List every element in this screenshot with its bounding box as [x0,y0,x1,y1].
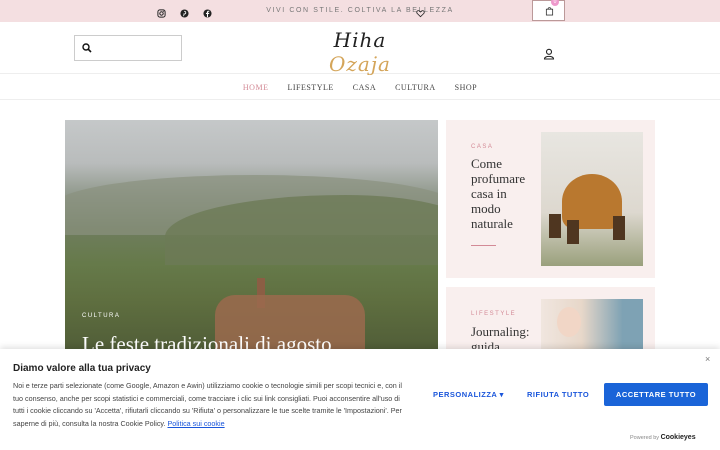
cart-button[interactable] [532,0,565,21]
site-header: Hiha Ozaja Vivi con stile. Coltiva la be… [0,22,720,82]
article-title[interactable]: Come profumare casa in modo naturale [471,156,533,231]
cookie-title: Diamo valore alla tua privacy [13,363,151,374]
oil-bottle [567,220,579,244]
search-icon[interactable] [82,43,92,53]
nav-item-home[interactable]: HOME [243,83,269,92]
main-nav: HOME LIFESTYLE CASA CULTURA SHOP [0,75,720,100]
customize-label: PERSONALIZZA [433,390,498,399]
page: VIVI CON STILE. COLTIVA LA BELLEZZA 0 Hi… [0,0,720,450]
powered-by: Powered by Cookieyes [630,434,696,441]
accept-all-button[interactable]: ACCETTARE TUTTO [604,383,708,406]
cookieyes-logo: Cookieyes [660,434,696,441]
reject-all-button[interactable]: RIFIUTA TUTTO [527,390,589,399]
cookie-description: Noi e terze parti selezionate (come Goog… [13,380,411,430]
cookie-policy-link[interactable]: Politica sui cookie [167,419,224,428]
logo-text-accent: Ozaja [329,52,391,76]
site-logo[interactable]: Hiha Ozaja Vivi con stile. Coltiva la be… [314,28,406,82]
nav-item-cultura[interactable]: CULTURA [395,83,436,92]
person-shape [557,307,581,337]
search-input[interactable] [97,39,179,57]
article-image-diffuser[interactable] [541,132,643,266]
heart-icon[interactable] [416,5,425,23]
search-box[interactable] [74,35,182,61]
logo-text-primary: Hiha [333,28,387,52]
nav-item-shop[interactable]: SHOP [455,83,477,92]
oil-bottle [549,214,561,238]
close-icon[interactable]: × [705,354,710,364]
article-category[interactable]: CASA [471,144,493,150]
site-tagline: VIVI CON STILE. COLTIVA LA BELLEZZA [266,7,454,14]
powered-by-label: Powered by [630,435,660,441]
nav-item-casa[interactable]: CASA [353,83,376,92]
oil-bottle [613,216,625,240]
shopping-bag-icon [545,7,554,16]
customize-button[interactable]: PERSONALIZZA ▾ [433,390,504,399]
featured-article[interactable]: CULTURA Le feste tradizionali di agosto [65,120,438,360]
article-category[interactable]: LIFESTYLE [471,311,516,317]
article-card[interactable]: CASA Come profumare casa in modo natural… [446,120,655,278]
user-account-icon[interactable] [543,47,555,65]
article-card[interactable]: LIFESTYLE Journaling: guida [446,287,655,359]
caret-down-icon: ▾ [499,390,504,399]
featured-category[interactable]: CULTURA [82,313,120,319]
cookie-banner: Diamo valore alla tua privacy Noi e terz… [0,349,720,450]
title-divider [471,245,496,246]
top-bar: VIVI CON STILE. COLTIVA LA BELLEZZA 0 [0,0,720,22]
nav-item-lifestyle[interactable]: LIFESTYLE [287,83,333,92]
